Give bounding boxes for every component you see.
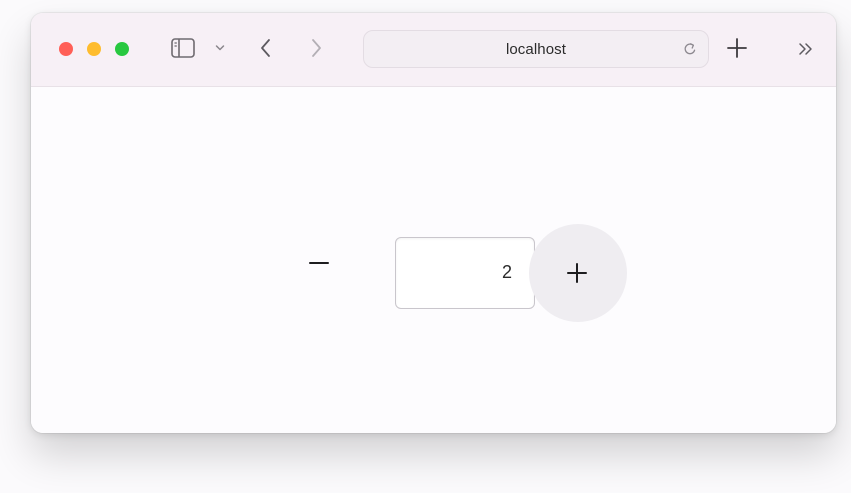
desktop-background: localhost 2: [0, 0, 851, 493]
increment-button[interactable]: [529, 224, 627, 322]
minus-icon: [309, 262, 329, 264]
quantity-input[interactable]: 2: [395, 237, 535, 309]
browser-window: localhost 2: [31, 13, 836, 433]
quantity-stepper: 2: [31, 13, 836, 433]
quantity-value: 2: [501, 262, 512, 282]
decrement-button[interactable]: [299, 241, 343, 285]
page-content: 2: [31, 87, 836, 433]
